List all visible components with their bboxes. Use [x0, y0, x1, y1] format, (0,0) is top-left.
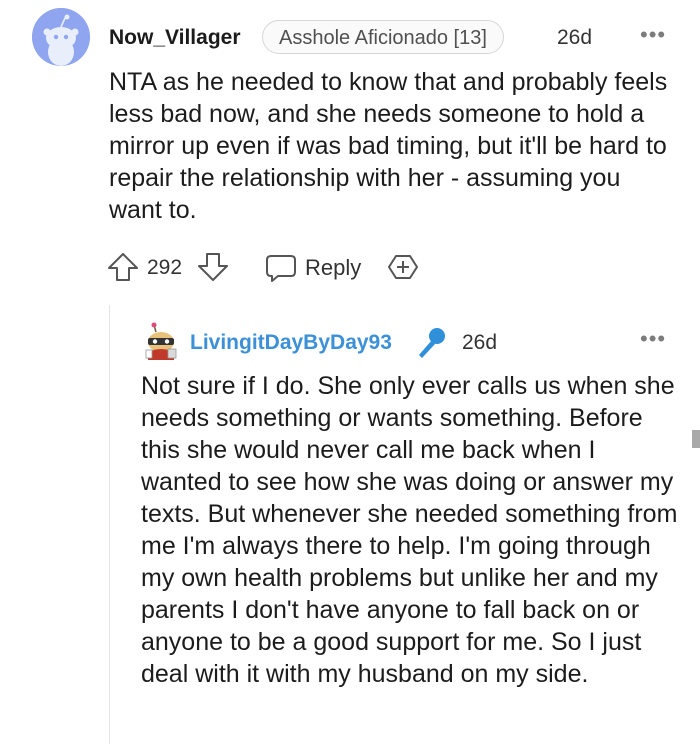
comment-actions: 292 Reply — [107, 250, 467, 286]
upvote-button[interactable] — [107, 252, 139, 287]
downvote-icon — [198, 253, 228, 281]
microphone-icon — [413, 325, 449, 366]
comment-author[interactable]: Now_Villager — [109, 26, 241, 50]
comment-age: 26d — [557, 26, 593, 49]
thread-line[interactable] — [109, 305, 110, 744]
vote-score: 292 — [147, 256, 183, 279]
reply-label: Reply — [305, 255, 362, 280]
more-options-icon[interactable]: ••• — [640, 326, 666, 352]
upvote-icon — [108, 253, 138, 281]
downvote-button[interactable] — [197, 252, 229, 287]
comment-bubble-icon — [266, 255, 296, 282]
reply-author[interactable]: LivingitDayByDay93 — [190, 331, 392, 355]
more-options-icon[interactable]: ••• — [640, 22, 666, 48]
award-button[interactable] — [387, 252, 419, 287]
comment-body: NTA as he needed to know that and probab… — [109, 68, 668, 224]
scrollbar-thumb[interactable] — [692, 430, 700, 448]
reply-age: 26d — [462, 331, 498, 354]
user-avatar[interactable] — [32, 8, 90, 66]
reply-button[interactable]: Reply — [265, 250, 361, 286]
award-icon — [388, 255, 418, 279]
user-flair: Asshole Aficionado [13] — [262, 20, 504, 54]
snoo-avatar — [32, 8, 90, 66]
reply-body: Not sure if I do. She only ever calls us… — [141, 372, 678, 688]
reply-avatar[interactable] — [142, 322, 180, 362]
custom-avatar — [145, 322, 177, 360]
